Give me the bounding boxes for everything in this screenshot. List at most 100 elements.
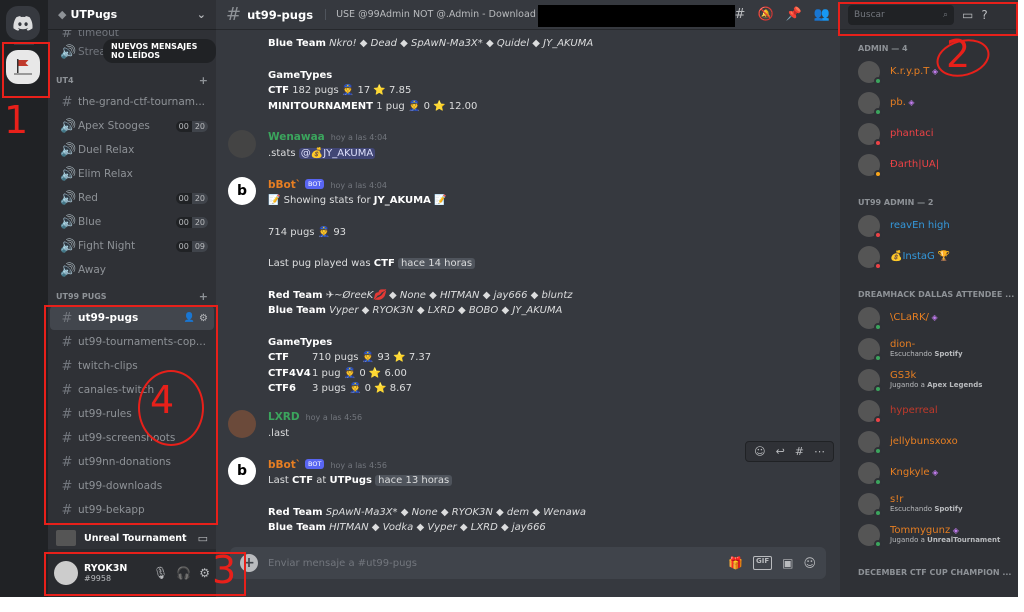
voice-channel-duel-relax[interactable]: 🔊 Duel Relax (50, 138, 214, 162)
annotation-number-3: 3 (212, 548, 237, 592)
message-hover-toolbar: ☺ ↩ # ⋯ (745, 441, 834, 462)
message-input[interactable]: Enviar mensaje a #ut99-pugs (268, 558, 728, 569)
add-channel-icon[interactable]: + (199, 74, 208, 87)
voice-channel-fight-night[interactable]: 🔊 Fight Night 00 09 (50, 234, 214, 258)
add-channel-icon[interactable]: + (199, 290, 208, 303)
voice-channel-elim-relax[interactable]: 🔊 Elim Relax (50, 162, 214, 186)
emoji-icon[interactable]: ☺ (803, 556, 816, 570)
member-name: GS3k (890, 370, 917, 381)
hash-icon: # (226, 4, 242, 25)
message: Wenawaa hoy a las 4:04 .stats @💰JY_AKUMA (228, 130, 824, 161)
member-name: 💰InstaG 🏆 (890, 251, 951, 262)
member-item[interactable]: K.r.y.p.T ◈ (840, 56, 1018, 87)
annotation-box-2 (838, 2, 1018, 36)
user-limit-badge: 00 09 (175, 240, 208, 252)
avatar (858, 368, 882, 393)
message: LXRD hoy a las 4:56 .last (228, 410, 824, 441)
status-indicator (874, 508, 882, 517)
message-composer[interactable]: + Enviar mensaje a #ut99-pugs 🎁 GIF ▣ ☺ (230, 547, 826, 579)
member-name: hyperreal (890, 405, 938, 416)
channel-the-grand-ctf[interactable]: # the-grand-ctf-tournam... (50, 90, 214, 114)
add-reaction-icon[interactable]: ☺ (754, 445, 765, 458)
speaker-icon: 🔊 (60, 190, 77, 206)
status-indicator (874, 353, 882, 362)
sticker-icon[interactable]: ▣ (782, 556, 793, 570)
message-author[interactable]: Wenawaa (268, 131, 325, 143)
speaker-icon: 🔊 (60, 118, 77, 134)
member-name: \CLaRK/ (890, 312, 929, 323)
status-indicator (874, 477, 882, 486)
user-limit-badge: 00 20 (175, 192, 208, 204)
game-activity-bar[interactable]: Unreal Tournament ▭ (48, 527, 216, 549)
member-item[interactable]: dion- Escuchando Spotify (840, 333, 1018, 364)
member-item[interactable]: jellybunsxoxo (840, 426, 1018, 457)
discord-home-button[interactable] (6, 6, 40, 40)
member-item[interactable]: 💰InstaG 🏆 (840, 241, 1018, 272)
mute-bell-icon[interactable]: 🔕 (757, 7, 773, 22)
game-name: Unreal Tournament (84, 532, 187, 544)
avatar[interactable] (228, 130, 256, 158)
discord-logo-icon (13, 15, 33, 31)
member-activity: Jugando a UnrealTournament (890, 536, 1001, 544)
avatar[interactable]: b (228, 457, 256, 485)
member-item[interactable]: pb. ◈ (840, 87, 1018, 118)
gif-button[interactable]: GIF (753, 556, 773, 570)
avatar (858, 337, 882, 362)
nitro-boost-icon: ◈ (928, 313, 938, 322)
member-item[interactable]: phantaci (840, 118, 1018, 149)
annotation-number-2: 2 (946, 32, 971, 76)
member-item[interactable]: Kngkyle ◈ (840, 457, 1018, 488)
member-item[interactable]: GS3k Jugando a Apex Legends (840, 364, 1018, 395)
member-list: Buscar ⌕ ▭ ? ADMIN — 4 K.r.y.p.T ◈ pb. ◈ pha… (840, 0, 1018, 597)
voice-channel-red[interactable]: 🔊 Red 00 20 (50, 186, 214, 210)
server-header[interactable]: ◆ UTPugs ⌄ (48, 0, 216, 30)
voice-channel-apex-stooges[interactable]: 🔊 Apex Stooges 00 20 (50, 114, 214, 138)
speaker-icon: 🔊 (60, 262, 77, 278)
avatar (858, 461, 882, 486)
avatar[interactable]: b (228, 177, 256, 205)
member-name: Ðarth|UA| (890, 159, 940, 170)
message-author[interactable]: LXRD (268, 411, 300, 423)
screen-share-icon[interactable]: ▭ (198, 532, 208, 545)
member-group-header: ADMIN — 4 (858, 43, 908, 53)
game-thumbnail (56, 530, 76, 546)
reply-icon[interactable]: ↩ (776, 445, 785, 458)
voice-channel-away[interactable]: 🔊 Away (50, 258, 214, 282)
status-indicator (874, 384, 882, 393)
speaker-icon: 🔊 (60, 238, 77, 254)
category-ut4[interactable]: UT4 + (48, 70, 216, 90)
avatar (858, 492, 882, 517)
category-ut99-pugs[interactable]: UT99 PUGS + (48, 286, 216, 306)
speaker-icon: 🔊 (60, 214, 77, 230)
member-item[interactable]: reavEn high (840, 210, 1018, 241)
avatar (858, 153, 882, 178)
member-list-icon[interactable]: 👥 (814, 7, 830, 22)
member-item[interactable]: hyperreal (840, 395, 1018, 426)
member-item[interactable]: Ðarth|UA| (840, 149, 1018, 180)
member-item[interactable]: Tommygunz ◈ Jugando a UnrealTournament (840, 519, 1018, 550)
avatar (858, 245, 882, 270)
member-group-header: DECEMBER CTF CUP CHAMPION ... (858, 567, 1012, 577)
voice-channel-blue[interactable]: 🔊 Blue 00 20 (50, 210, 214, 234)
gift-icon[interactable]: 🎁 (728, 556, 743, 570)
status-indicator (874, 539, 882, 548)
threads-icon[interactable]: # (735, 7, 746, 22)
more-options-icon[interactable]: ⋯ (814, 445, 825, 458)
member-name: s!r (890, 494, 904, 505)
server-name: UTPugs (70, 8, 118, 21)
message-author[interactable]: bBot` (268, 179, 301, 191)
member-item[interactable]: \CLaRK/ ◈ (840, 302, 1018, 333)
annotation-box-1 (2, 42, 50, 98)
pin-icon[interactable]: 📌 (786, 7, 802, 22)
status-indicator (874, 261, 882, 270)
avatar[interactable] (228, 410, 256, 438)
new-messages-banner[interactable]: NUEVOS MENSAJES NO LEÍDOS (103, 39, 216, 63)
chat-area: # ut99-pugs USE @99Admin NOT @.Admin - D… (216, 0, 840, 597)
annotation-number-4: 4 (150, 378, 175, 422)
message-author[interactable]: bBot` (268, 459, 301, 471)
user-mention[interactable]: @💰JY_AKUMA (298, 147, 376, 159)
channel-title: ut99-pugs (247, 7, 314, 22)
create-thread-icon[interactable]: # (795, 445, 804, 458)
member-item[interactable]: s!r Escuchando Spotify (840, 488, 1018, 519)
speaker-icon: 🔊 (60, 44, 77, 60)
